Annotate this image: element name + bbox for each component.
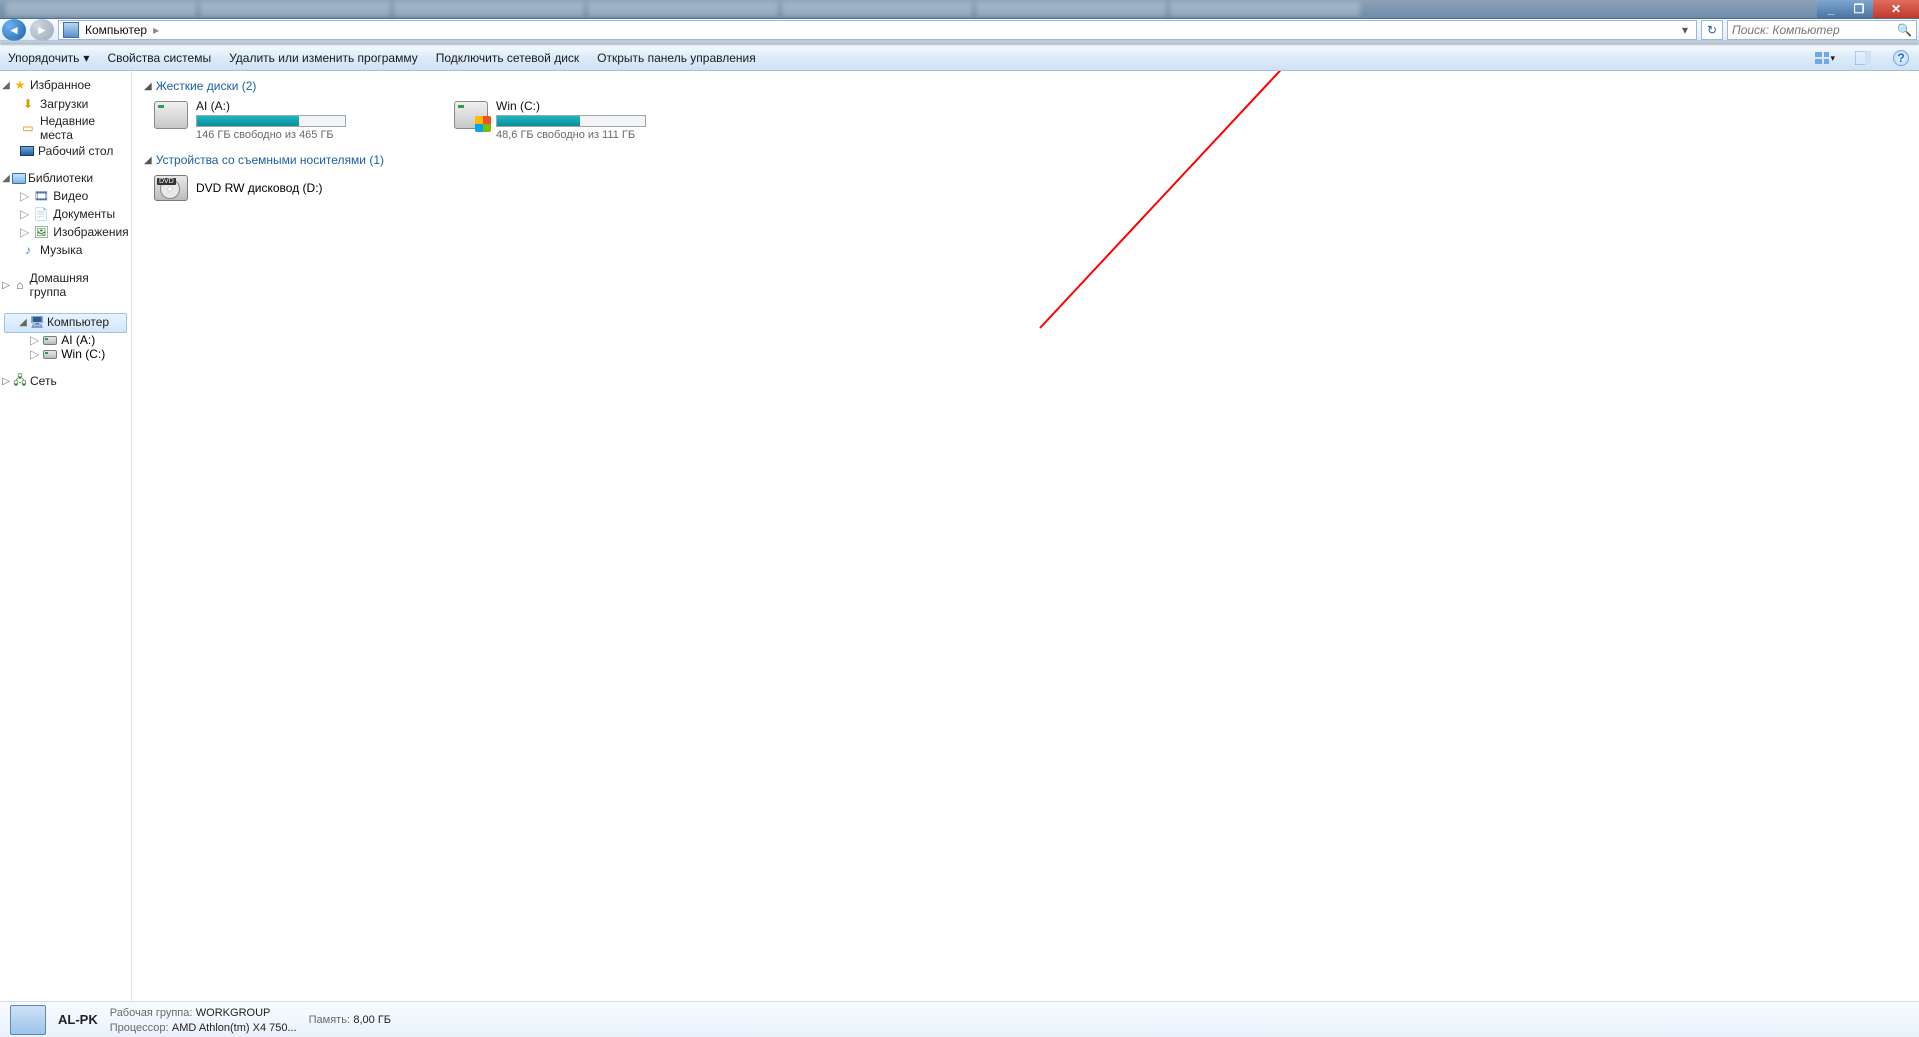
search-box[interactable]: 🔍 (1727, 20, 1917, 40)
removable-devices-header[interactable]: ◢Устройства со съемными носителями (1) (140, 151, 1911, 173)
explorer-address-bar: ◄ ► Компьютер ▸ ▾ ↻ 🔍 (0, 19, 1919, 41)
nav-forward-button[interactable]: ► (30, 19, 54, 41)
dvd-drive-icon: DVD (154, 175, 188, 201)
uninstall-program-button[interactable]: Удалить или изменить программу (229, 51, 418, 65)
explorer-toolbar: Упорядочить▾ Свойства системы Удалить ил… (0, 45, 1919, 71)
sidebar-item-music[interactable]: ♪Музыка (0, 241, 131, 259)
breadcrumb-dropdown[interactable]: ▾ (1678, 23, 1692, 37)
chevron-down-icon: ▾ (1830, 53, 1835, 64)
open-control-panel-button[interactable]: Открыть панель управления (597, 51, 756, 65)
browser-tabstrip: _ ❐ ✕ (0, 0, 1919, 19)
browser-url-blur (0, 41, 1919, 45)
navigation-pane: ◢★Избранное ⬇Загрузки ▭Недавние места Ра… (0, 71, 132, 1001)
homegroup-header[interactable]: ▷⌂Домашняя группа (0, 271, 131, 301)
dvd-drive-item[interactable]: DVD DVD RW дисковод (D:) (140, 173, 410, 201)
chevron-down-icon: ▾ (83, 51, 89, 65)
hard-disks-header[interactable]: ◢Жесткие диски (2) (140, 77, 1911, 99)
star-icon: ★ (12, 77, 28, 93)
details-pane: AL-PK Рабочая группа: WORKGROUP Процессо… (0, 1001, 1919, 1037)
search-input[interactable] (1732, 23, 1897, 37)
chevron-right-icon[interactable]: ▸ (153, 23, 159, 37)
map-network-drive-button[interactable]: Подключить сетевой диск (436, 51, 579, 65)
preview-pane-button[interactable] (1853, 49, 1873, 67)
dvd-drive-name: DVD RW дисковод (D:) (196, 181, 323, 195)
sidebar-item-videos[interactable]: ▷🎞Видео (0, 187, 131, 205)
details-computer-name: AL-PK (58, 1013, 98, 1027)
window-maximize-button[interactable]: ❐ (1845, 0, 1873, 18)
drive-usage-bar (196, 115, 346, 127)
drive-item-c[interactable]: Win (C:) 48,6 ГБ свободно из 111 ГБ (454, 99, 724, 141)
hard-disk-icon (154, 101, 188, 129)
view-options-button[interactable]: ▾ (1815, 49, 1835, 67)
refresh-button[interactable]: ↻ (1701, 20, 1723, 40)
computer-icon (63, 22, 79, 38)
network-header[interactable]: ▷🖧Сеть (0, 373, 131, 391)
organize-button[interactable]: Упорядочить▾ (8, 51, 89, 65)
library-icon (12, 173, 26, 184)
music-icon: ♪ (20, 242, 36, 258)
window-minimize-button[interactable]: _ (1817, 0, 1845, 18)
sidebar-item-recent[interactable]: ▭Недавние места (0, 113, 131, 143)
disk-icon (43, 336, 57, 345)
nav-back-button[interactable]: ◄ (2, 19, 26, 41)
window-close-button[interactable]: ✕ (1873, 0, 1919, 18)
image-icon: 🖼 (33, 224, 49, 240)
breadcrumb[interactable]: Компьютер ▸ ▾ (58, 20, 1697, 40)
help-button[interactable]: ? (1891, 49, 1911, 67)
sidebar-item-documents[interactable]: ▷📄Документы (0, 205, 131, 223)
disk-icon (43, 350, 57, 359)
sidebar-item-drive-c[interactable]: ▷Win (C:) (0, 347, 131, 361)
computer-header[interactable]: ◢🖥Компьютер (4, 313, 127, 333)
network-icon: 🖧 (12, 373, 28, 389)
video-icon: 🎞 (33, 188, 49, 204)
sidebar-item-downloads[interactable]: ⬇Загрузки (0, 95, 131, 113)
sidebar-item-drive-a[interactable]: ▷AI (A:) (0, 333, 131, 347)
recent-icon: ▭ (20, 120, 36, 136)
homegroup-icon: ⌂ (12, 277, 28, 293)
download-icon: ⬇ (20, 96, 36, 112)
drive-name: AI (A:) (196, 99, 346, 113)
computer-icon: 🖥 (29, 314, 45, 330)
sidebar-item-pictures[interactable]: ▷🖼Изображения (0, 223, 131, 241)
drive-free-label: 48,6 ГБ свободно из 111 ГБ (496, 129, 646, 141)
desktop-icon (20, 146, 34, 156)
drive-name: Win (C:) (496, 99, 646, 113)
computer-large-icon (10, 1005, 46, 1035)
search-icon[interactable]: 🔍 (1897, 23, 1912, 37)
drive-item-a[interactable]: AI (A:) 146 ГБ свободно из 465 ГБ (154, 99, 424, 141)
drive-free-label: 146 ГБ свободно из 465 ГБ (196, 129, 346, 141)
content-pane: ◢Жесткие диски (2) AI (A:) 146 ГБ свобод… (132, 71, 1919, 1001)
document-icon: 📄 (33, 206, 49, 222)
system-properties-button[interactable]: Свойства системы (107, 51, 211, 65)
hard-disk-windows-icon (454, 101, 488, 129)
favorites-header[interactable]: ◢★Избранное (0, 77, 131, 95)
drive-usage-bar (496, 115, 646, 127)
libraries-header[interactable]: ◢Библиотеки (0, 171, 131, 187)
sidebar-item-desktop[interactable]: Рабочий стол (0, 143, 131, 159)
breadcrumb-item[interactable]: Компьютер (81, 23, 151, 37)
